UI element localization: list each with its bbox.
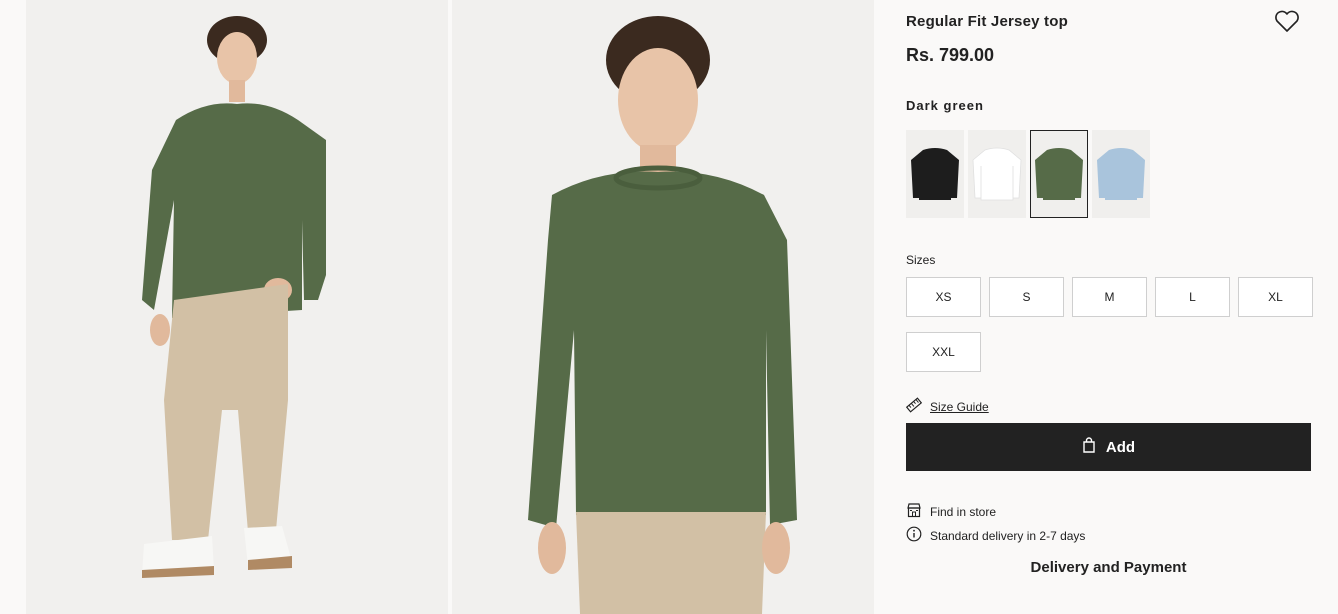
delivery-info: Standard delivery in 2-7 days [906,526,1085,545]
swatch-dark-green[interactable] [1030,130,1088,218]
find-in-store-label: Find in store [930,504,997,519]
heart-icon[interactable] [1272,6,1302,36]
tshirt-dark-green-icon [1035,148,1083,200]
store-icon [906,502,922,521]
model-full-body-illustration [26,0,448,614]
selected-color-name: Dark green [906,98,984,113]
size-m-button[interactable]: M [1072,277,1147,317]
swatch-light-blue[interactable] [1092,130,1150,218]
sizes-label: Sizes [906,253,936,267]
find-in-store-link[interactable]: Find in store [906,502,996,521]
tshirt-black-icon [911,148,959,200]
tshirt-light-blue-icon [1097,148,1145,200]
size-xxl-button[interactable]: XXL [906,332,981,372]
product-image-full-body[interactable] [26,0,448,614]
add-to-bag-button[interactable]: Add [906,423,1311,471]
size-s-button[interactable]: S [989,277,1064,317]
swatch-black[interactable] [906,130,964,218]
size-guide-link[interactable]: Size Guide [905,397,989,416]
delivery-and-payment-link[interactable]: Delivery and Payment [906,559,1311,576]
size-xs-button[interactable]: XS [906,277,981,317]
add-button-label: Add [1105,438,1136,456]
size-guide-label: Size Guide [930,399,989,414]
bag-icon [1082,437,1096,457]
model-closeup-illustration [452,0,874,614]
color-swatches [906,130,1150,218]
swatch-white[interactable] [968,130,1026,218]
ruler-icon [905,397,923,416]
product-image-closeup[interactable] [452,0,874,614]
size-l-button[interactable]: L [1155,277,1230,317]
product-price: Rs. 799.00 [906,45,995,65]
size-xl-button[interactable]: XL [1238,277,1313,317]
product-title: Regular Fit Jersey top [906,13,1068,30]
info-icon [906,526,922,545]
delivery-text: Standard delivery in 2-7 days [930,528,1086,543]
size-options: XS S M L XL XXL [906,277,1313,372]
tshirt-white-icon [972,147,1022,201]
